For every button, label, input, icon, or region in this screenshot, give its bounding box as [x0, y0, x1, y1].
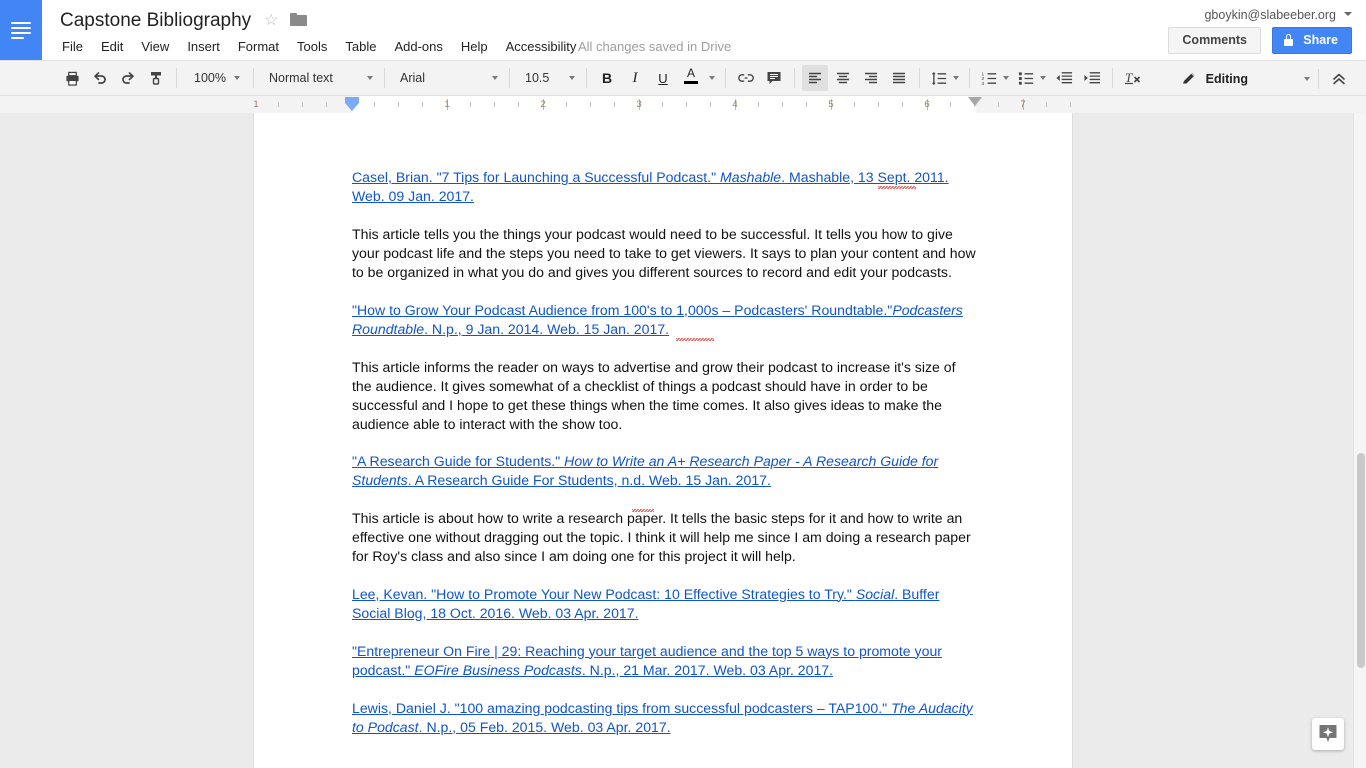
- annotation-research-guide: This article is about how to write a res…: [352, 509, 977, 566]
- left-indent-marker[interactable]: [345, 97, 359, 112]
- italic-button[interactable]: I: [622, 65, 648, 91]
- citation-entrepreneur-on-fire[interactable]: "Entrepreneur On Fire | 29: Reaching you…: [352, 642, 977, 680]
- editing-mode-dropdown[interactable]: Editing: [1175, 66, 1312, 92]
- ruler-number: 6: [924, 98, 929, 111]
- link-icon[interactable]: [733, 65, 759, 91]
- document-title[interactable]: Capstone Bibliography: [60, 8, 251, 34]
- vertical-scroll-thumb[interactable]: [1357, 453, 1365, 668]
- formatting-toolbar: 100% Normal text Arial 10.5 B I U A: [0, 60, 1366, 96]
- menu-item-accessibility[interactable]: Accessibility: [497, 37, 586, 57]
- font-family-dropdown[interactable]: Arial: [392, 65, 502, 91]
- menu-item-edit[interactable]: Edit: [92, 37, 132, 57]
- menu-item-tools[interactable]: Tools: [288, 37, 336, 57]
- text-color-swatch: [684, 81, 698, 84]
- clear-formatting-icon[interactable]: T: [1120, 65, 1146, 91]
- menu-item-file[interactable]: File: [60, 37, 92, 57]
- ruler-number: 4: [732, 98, 737, 111]
- chevron-double-up-icon[interactable]: [1326, 66, 1352, 92]
- save-status-text: All changes saved in Drive: [578, 36, 731, 57]
- annotation-casel: This article tells you the things your p…: [352, 225, 977, 282]
- menu-item-add-ons[interactable]: Add-ons: [385, 37, 451, 57]
- zoom-dropdown[interactable]: 100%: [184, 65, 246, 91]
- horizontal-ruler[interactable]: 1 1 2 3 4 5 6 7: [0, 96, 1366, 113]
- zoom-value: 100%: [194, 66, 226, 90]
- text-color-label: A: [687, 67, 695, 80]
- annotation-podcasters-roundtable: This article informs the reader on ways …: [352, 358, 977, 434]
- menu-item-insert[interactable]: Insert: [178, 37, 229, 57]
- numbered-list-icon[interactable]: 123: [977, 65, 1012, 91]
- account-email-label: gboykin@slabeeber.org: [1204, 7, 1336, 23]
- citation-lee-kevan[interactable]: Lee, Kevan. "How to Promote Your New Pod…: [352, 585, 977, 623]
- citation-research-guide[interactable]: "A Research Guide for Students." How to …: [352, 452, 977, 490]
- ruler-number: 5: [828, 98, 833, 111]
- font-size-value: 10.5: [525, 66, 549, 90]
- increase-indent-icon[interactable]: [1079, 65, 1105, 91]
- undo-icon[interactable]: [87, 65, 113, 91]
- redo-icon[interactable]: [115, 65, 141, 91]
- print-icon[interactable]: [59, 65, 85, 91]
- bold-label: B: [602, 70, 612, 86]
- menu-item-view[interactable]: View: [132, 37, 178, 57]
- docs-home-logo[interactable]: [0, 0, 42, 60]
- lock-icon: [1284, 34, 1293, 46]
- menu-item-table[interactable]: Table: [336, 37, 385, 57]
- svg-text:3: 3: [981, 80, 984, 85]
- align-left-icon[interactable]: [802, 65, 828, 91]
- bulleted-list-icon[interactable]: [1014, 65, 1049, 91]
- ruler-number: 2: [540, 98, 545, 111]
- menu-item-format[interactable]: Format: [229, 37, 288, 57]
- share-button[interactable]: Share: [1272, 27, 1352, 54]
- text-color-caret-icon[interactable]: [706, 65, 718, 91]
- explore-button[interactable]: [1312, 718, 1344, 750]
- paragraph-style-dropdown[interactable]: Normal text: [261, 65, 377, 91]
- document-canvas: Casel, Brian. "7 Tips for Launching a Su…: [0, 113, 1366, 768]
- citation-podcasters-roundtable[interactable]: "How to Grow Your Podcast Audience from …: [352, 301, 977, 339]
- underline-button[interactable]: U: [650, 65, 676, 91]
- underline-label: U: [658, 71, 667, 86]
- editing-mode-label: Editing: [1206, 72, 1248, 86]
- bold-button[interactable]: B: [594, 65, 620, 91]
- ruler-number: 3: [636, 98, 641, 111]
- document-body[interactable]: Casel, Brian. "7 Tips for Launching a Su…: [352, 168, 977, 756]
- text-color-button[interactable]: A: [678, 65, 704, 91]
- comments-button[interactable]: Comments: [1168, 27, 1261, 54]
- app-header: Capstone Bibliography ☆ File Edit View I…: [0, 0, 1366, 60]
- ruler-number: 1: [444, 98, 449, 111]
- star-outline-icon[interactable]: ☆: [264, 12, 278, 30]
- align-right-icon[interactable]: [858, 65, 884, 91]
- document-page[interactable]: Casel, Brian. "7 Tips for Launching a Su…: [254, 113, 1072, 768]
- decrease-indent-icon[interactable]: [1051, 65, 1077, 91]
- citation-lewis-daniel[interactable]: Lewis, Daniel J. "100 amazing podcasting…: [352, 699, 977, 737]
- italic-label: I: [633, 70, 638, 87]
- right-indent-marker[interactable]: [968, 97, 982, 106]
- svg-text:T: T: [1125, 70, 1133, 85]
- share-button-label: Share: [1303, 33, 1338, 47]
- ruler-number: 7: [1020, 98, 1025, 111]
- menu-item-help[interactable]: Help: [452, 37, 497, 57]
- add-comment-icon[interactable]: [761, 65, 787, 91]
- font-size-dropdown[interactable]: 10.5: [517, 65, 579, 91]
- paragraph-style-value: Normal text: [269, 66, 333, 90]
- align-center-icon[interactable]: [830, 65, 856, 91]
- font-family-value: Arial: [400, 66, 425, 90]
- ruler-number: 1: [253, 98, 258, 111]
- menu-bar: File Edit View Insert Format Tools Table…: [60, 36, 585, 58]
- line-spacing-icon[interactable]: [927, 65, 962, 91]
- folder-icon[interactable]: [290, 13, 307, 26]
- chevron-down-icon[interactable]: [1344, 12, 1352, 16]
- pencil-icon: [1181, 71, 1197, 87]
- align-justify-icon[interactable]: [886, 65, 912, 91]
- paint-format-icon[interactable]: [143, 65, 169, 91]
- docs-hamburger-icon: [11, 22, 31, 39]
- citation-casel[interactable]: Casel, Brian. "7 Tips for Launching a Su…: [352, 168, 977, 206]
- explore-sparkle-icon: [1317, 723, 1339, 745]
- vertical-scrollbar[interactable]: [1353, 113, 1366, 768]
